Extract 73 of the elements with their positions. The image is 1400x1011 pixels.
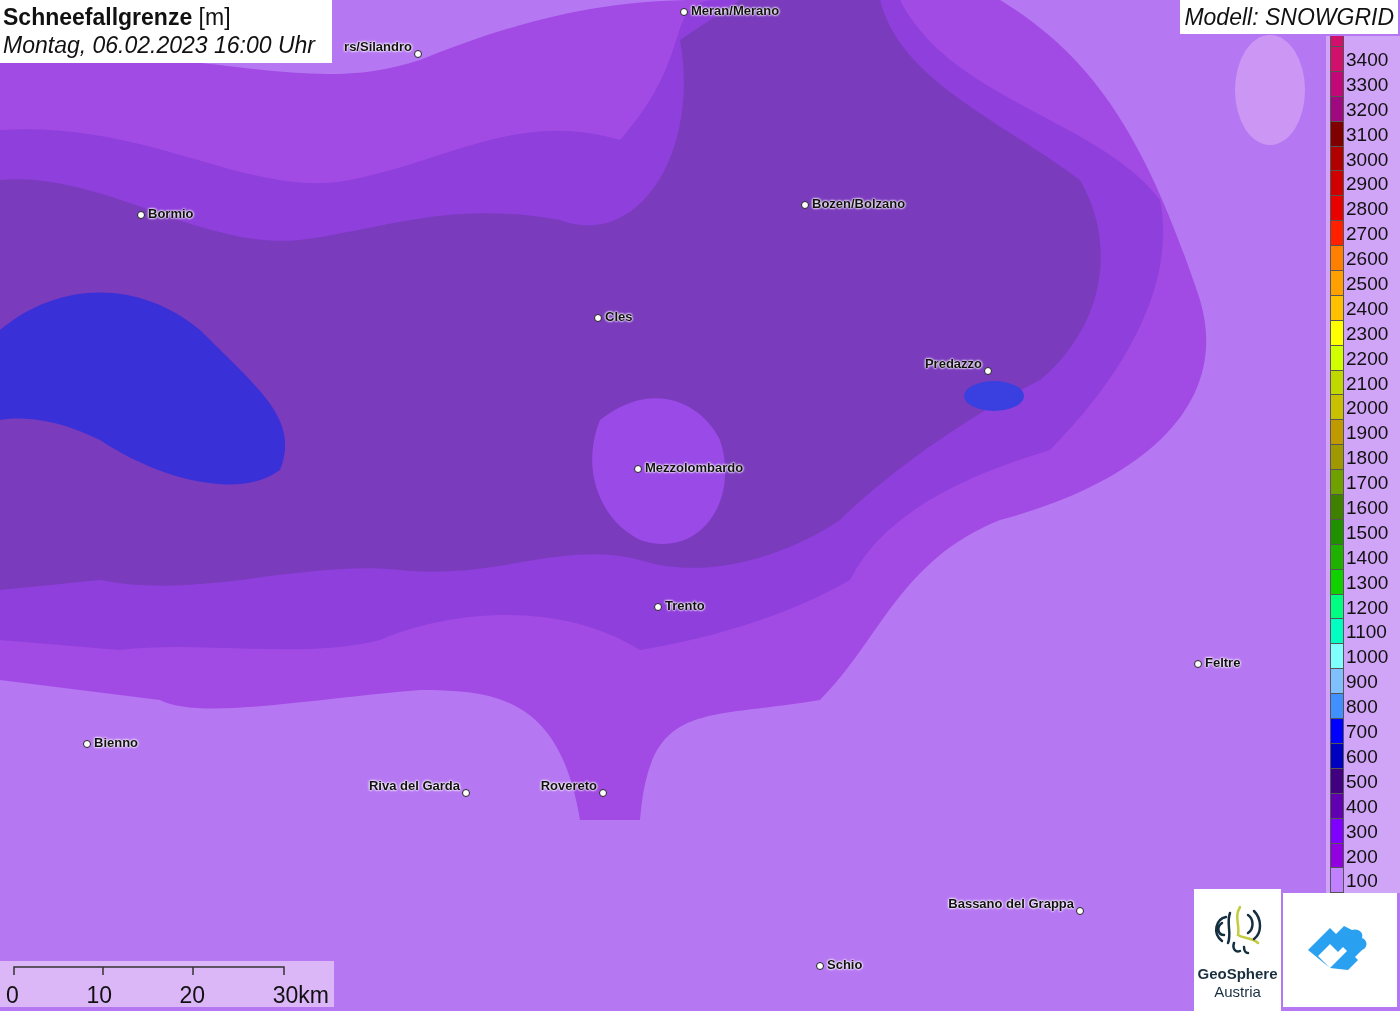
legend-label: 700 [1345, 720, 1378, 744]
legend-label: 2400 [1345, 296, 1389, 321]
legend-label: 400 [1345, 794, 1378, 819]
legend-label: 2200 [1345, 346, 1389, 371]
place-label: Mezzolombardo [645, 460, 744, 475]
map-title: Schneefallgrenze [m] [3, 3, 232, 31]
place-marker-icon [1076, 907, 1084, 915]
place-label: Trento [665, 598, 705, 613]
legend-label: 2700 [1345, 222, 1389, 247]
place-label: Schio [827, 957, 863, 972]
legend-label: 1700 [1345, 471, 1389, 496]
place-marker-icon [634, 465, 642, 473]
legend-label: 1000 [1345, 645, 1389, 670]
legend-label: 100 [1345, 869, 1378, 894]
legend-label: 1800 [1345, 446, 1389, 471]
legend-label: 2000 [1345, 396, 1389, 421]
legend-label: 3000 [1345, 147, 1389, 172]
place-label: Bassano del Grappa [948, 896, 1074, 911]
legend-label: 1900 [1345, 421, 1389, 446]
legend-label: 2600 [1345, 247, 1389, 271]
legend-label: 1100 [1345, 620, 1387, 645]
place-label: Meran/Merano [691, 3, 780, 18]
legend-label: 2900 [1345, 172, 1389, 197]
place-marker-icon [414, 50, 422, 58]
legend-label: 2500 [1345, 272, 1389, 296]
place-label: Riva del Garda [368, 778, 460, 793]
legend-label: 2800 [1345, 197, 1389, 222]
logo-text: GeoSphere [1197, 965, 1278, 983]
place-label: rs/Silandro [344, 39, 412, 54]
map-datetime: Montag, 06.02.2023 16:00 Uhr [3, 31, 317, 59]
place-label: Bienno [94, 735, 139, 750]
scale-label: 20 [179, 983, 206, 1007]
legend-label: 300 [1345, 819, 1378, 844]
legend-swatch [1330, 36, 1344, 47]
place-label: Bormio [148, 206, 194, 221]
place-label: Feltre [1205, 655, 1241, 670]
place-marker-icon [1194, 660, 1202, 668]
place-marker-icon [83, 740, 91, 748]
legend-label: 2300 [1345, 321, 1389, 346]
legend-label: 1400 [1345, 545, 1389, 570]
legend-label: 500 [1345, 769, 1378, 794]
scale-bar-icon [13, 966, 285, 976]
logo-text: Austria [1214, 983, 1261, 1001]
place-label: Predazzo [924, 356, 982, 371]
legend-label: 200 [1345, 844, 1378, 869]
place-marker-icon [801, 201, 809, 209]
scale-label: 0 [6, 983, 19, 1007]
legend-label: 3100 [1345, 122, 1389, 147]
legend-label: 1200 [1345, 595, 1389, 620]
place-label: Rovereto [540, 778, 597, 793]
legend-label: 3200 [1345, 97, 1389, 122]
legend-label: 1500 [1345, 520, 1389, 545]
place-marker-icon [599, 789, 607, 797]
legend-label: 3300 [1345, 72, 1389, 97]
place-marker-icon [594, 314, 602, 322]
legend-label: 2100 [1345, 371, 1389, 396]
legend-label: 900 [1345, 670, 1378, 695]
place-marker-icon [816, 962, 824, 970]
place-label: Bozen/Bolzano [812, 196, 906, 211]
legend-label: 600 [1345, 744, 1378, 769]
place-marker-icon [680, 8, 688, 16]
legend-label: 1300 [1345, 570, 1389, 595]
place-marker-icon [654, 603, 662, 611]
legend-label: 3400 [1345, 48, 1389, 72]
scale-label: 10 [86, 983, 112, 1007]
place-marker-icon [137, 211, 145, 219]
legend-label: 1600 [1345, 496, 1389, 520]
legend-label: 800 [1345, 695, 1378, 720]
model-label: Modell: SNOWGRID [1180, 0, 1398, 34]
scale-label: 30km [272, 983, 329, 1007]
place-label: Cles [605, 309, 633, 324]
place-marker-icon [462, 789, 470, 797]
place-marker-icon [984, 367, 992, 375]
